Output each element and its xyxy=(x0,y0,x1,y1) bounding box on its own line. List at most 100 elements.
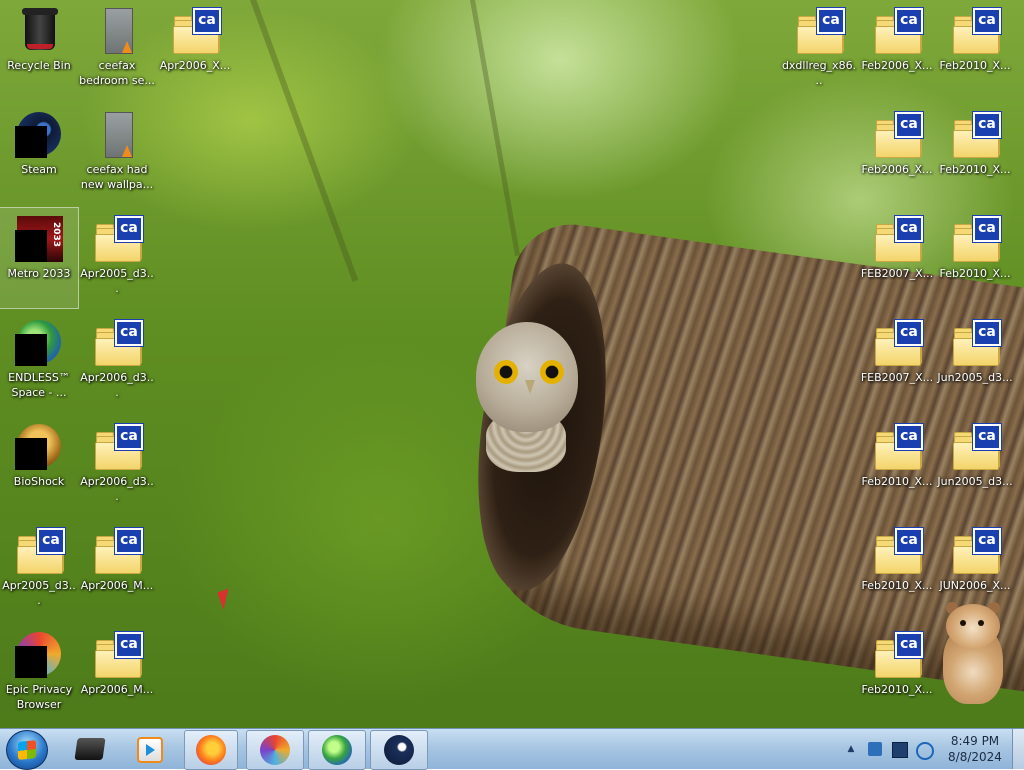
desktop-icon-label: Apr2006_M... xyxy=(80,683,154,696)
folder-icon: ca xyxy=(795,6,845,54)
network-monitor-icon[interactable] xyxy=(892,742,908,758)
metro-2033-icon: 2033 xyxy=(15,214,63,262)
desktop-icon-folder[interactable]: ca Jun2005_d3... xyxy=(936,416,1014,516)
desktop-icon-label: Feb2010_X... xyxy=(861,475,933,488)
globe-icon xyxy=(15,318,63,366)
media-player-icon xyxy=(137,737,163,763)
folder-icon: ca xyxy=(951,6,1001,54)
desktop-icon-folder[interactable]: ca Feb2010_X... xyxy=(936,208,1014,308)
desktop-icon-folder[interactable]: ca Feb2006_X... xyxy=(858,0,936,100)
desktop-icon-recycle-bin[interactable]: Recycle Bin xyxy=(0,0,78,100)
folder-icon: ca xyxy=(93,630,143,678)
desktop-icon-label: ENDLESS™ Space - ... xyxy=(8,371,70,399)
wallpaper-owl xyxy=(472,322,582,472)
tray-app-icon[interactable] xyxy=(868,742,882,756)
taskbar-pin-steam[interactable] xyxy=(370,730,428,770)
taskbar-pin-epic-browser[interactable] xyxy=(246,730,304,770)
desktop-icon-label: Feb2010_X... xyxy=(939,267,1011,280)
desktop-icon-label: Jun2005_d3... xyxy=(937,371,1013,384)
desktop-icon-folder[interactable]: ca Feb2010_X... xyxy=(858,416,936,516)
ceefax-image-icon xyxy=(93,110,141,158)
desktop-icon-label: dxdllreg_x86... xyxy=(781,59,857,87)
desktop-icon-ceefax-bedroom[interactable]: ceefax bedroom se... xyxy=(78,0,156,100)
epic-browser-icon xyxy=(15,630,63,678)
desktop-icon-label: Feb2006_X... xyxy=(861,163,933,176)
bioshock-icon xyxy=(15,422,63,470)
taskbar: ▲ 8:49 PM 8/8/2024 xyxy=(0,728,1024,770)
desktop-icon-label: Feb2010_X... xyxy=(861,683,933,696)
desktop-icon-ceefax-wallpaper[interactable]: ceefax had new wallpa... xyxy=(78,104,156,204)
desktop-icon-folder[interactable]: ca Apr2005_d3... xyxy=(78,208,156,308)
desktop-icon-folder[interactable]: ca Apr2006_M... xyxy=(78,624,156,724)
folder-icon: ca xyxy=(15,526,65,574)
ceefax-image-icon xyxy=(93,6,141,54)
desktop-icon-folder[interactable]: ca Jun2005_d3... xyxy=(936,312,1014,412)
desktop-icon-folder[interactable]: ca Feb2006_X... xyxy=(858,104,936,204)
notification-area: ▲ 8:49 PM 8/8/2024 xyxy=(842,729,1022,769)
show-desktop-button[interactable] xyxy=(1012,729,1024,769)
desktop-icon-label: Epic Privacy Browser xyxy=(5,683,73,711)
desktop-icon-folder[interactable]: ca Apr2006_X... xyxy=(156,0,234,100)
owl-eye xyxy=(494,360,518,384)
folder-icon: ca xyxy=(171,6,221,54)
desktop-icon-bioshock[interactable]: BioShock xyxy=(0,416,78,516)
desktop-icon-label: Feb2010_X... xyxy=(861,579,933,592)
desktop-icon-label: FEB2007_X... xyxy=(860,371,934,384)
desktop-icon-folder[interactable]: ca Apr2006_d3... xyxy=(78,416,156,516)
start-button[interactable] xyxy=(6,730,48,770)
owl-eye xyxy=(540,360,564,384)
desktop-icon-label: Apr2006_M... xyxy=(80,579,154,592)
desktop-icon-endless-space[interactable]: ENDLESS™ Space - ... xyxy=(0,312,78,412)
desktop-icon-folder[interactable]: ca dxdllreg_x86... xyxy=(780,0,858,100)
volume-icon[interactable] xyxy=(916,742,934,760)
desktop-icon-folder[interactable]: ca Feb2010_X... xyxy=(858,520,936,620)
clock[interactable]: 8:49 PM 8/8/2024 xyxy=(944,733,1006,765)
firefox-icon xyxy=(196,735,226,765)
taskbar-pin-firefox[interactable] xyxy=(184,730,238,770)
desktop-icon-label: Apr2005_d3... xyxy=(80,267,154,295)
folder-icon: ca xyxy=(951,318,1001,366)
desktop-icon-label: Recycle Bin xyxy=(7,59,71,72)
epic-browser-icon xyxy=(260,735,290,765)
desktop-icon-label: Feb2010_X... xyxy=(939,163,1011,176)
folder-icon: ca xyxy=(873,214,923,262)
desktop-icon-folder[interactable]: ca Apr2005_d3... xyxy=(0,520,78,620)
taskbar-pin-explorer[interactable] xyxy=(62,730,118,768)
desktop-icon-folder[interactable]: ca Apr2006_d3... xyxy=(78,312,156,412)
folder-icon: ca xyxy=(873,526,923,574)
folder-icon: ca xyxy=(873,422,923,470)
desktop-icon-metro-2033[interactable]: 2033 Metro 2033 xyxy=(0,207,79,309)
desktop-icon-folder[interactable]: ca Apr2006_M... xyxy=(78,520,156,620)
steam-icon xyxy=(384,735,414,765)
folder-icon: ca xyxy=(873,110,923,158)
windows-logo-icon xyxy=(18,740,36,760)
desktop-icon-label: Jun2005_d3... xyxy=(937,475,1013,488)
folder-icon: ca xyxy=(93,318,143,366)
hamster-eye xyxy=(960,620,966,626)
desktop-icon-folder[interactable]: ca Feb2010_X... xyxy=(936,104,1014,204)
folder-icon: ca xyxy=(93,422,143,470)
owl-beak xyxy=(525,380,535,394)
taskbar-pin-idm[interactable] xyxy=(308,730,366,770)
desktop-icon-epic-privacy-browser[interactable]: Epic Privacy Browser xyxy=(0,624,78,724)
desktop-icon-label: FEB2007_X... xyxy=(860,267,934,280)
desktop-icon-folder[interactable]: ca FEB2007_X... xyxy=(858,312,936,412)
desktop-icon-label: ceefax had new wallpa... xyxy=(80,163,154,191)
recycle-bin-icon xyxy=(15,6,63,54)
desktop-icon-steam[interactable]: Steam xyxy=(0,104,78,204)
show-hidden-icons-arrow[interactable]: ▲ xyxy=(844,742,858,756)
desktop-icon-folder[interactable]: ca FEB2007_X... xyxy=(858,208,936,308)
desktop-icon-folder[interactable]: ca JUN2006_X... xyxy=(936,520,1014,620)
folder-icon: ca xyxy=(93,214,143,262)
desktop[interactable]: Recycle Bin Steam 2033 Metro 2033 ENDLES… xyxy=(0,0,1024,728)
taskbar-pin-media-player[interactable] xyxy=(120,730,178,768)
desktop-icon-folder[interactable]: ca Feb2010_X... xyxy=(936,0,1014,100)
desktop-icon-folder[interactable]: ca Feb2010_X... xyxy=(858,624,936,724)
mouse-cursor-icon xyxy=(217,588,235,610)
clock-date: 8/8/2024 xyxy=(948,750,1002,764)
folder-icon: ca xyxy=(951,214,1001,262)
desktop-icon-label: Feb2010_X... xyxy=(939,59,1011,72)
metro-badge: 2033 xyxy=(51,222,61,248)
desktop-icon-label: Metro 2033 xyxy=(7,267,71,280)
folder-icon: ca xyxy=(873,630,923,678)
